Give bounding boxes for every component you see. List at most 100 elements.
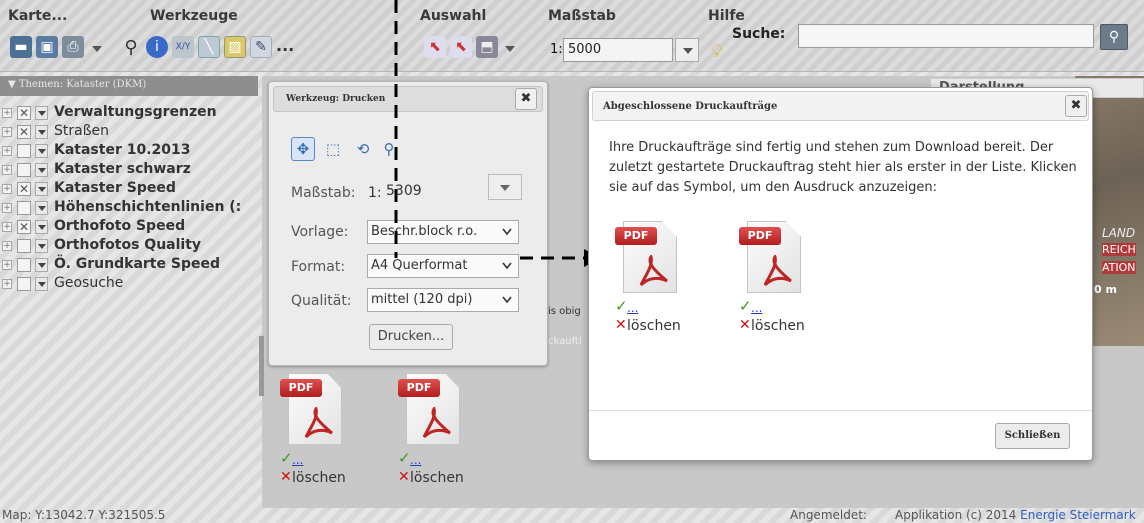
layer-menu-button[interactable]: [35, 144, 48, 158]
layer-checkbox[interactable]: ✕: [17, 182, 31, 196]
expand-icon[interactable]: +: [2, 108, 12, 118]
massstab-input[interactable]: 5309: [383, 180, 487, 204]
delete-link[interactable]: löschen: [292, 470, 346, 486]
layer-menu-button[interactable]: [35, 239, 48, 253]
theme-item[interactable]: + Höhenschichtenlinien (:: [0, 199, 262, 217]
theme-item[interactable]: + Ö. Grundkarte Speed: [0, 256, 262, 274]
binoculars-icon[interactable]: ⚲: [120, 36, 142, 58]
massstab-dropdown-button[interactable]: [488, 174, 522, 200]
expand-icon[interactable]: +: [2, 203, 12, 213]
menu-auswahl[interactable]: Auswahl: [420, 8, 486, 24]
delete-link[interactable]: löschen: [410, 470, 464, 486]
close-icon[interactable]: ✖: [1065, 95, 1087, 117]
layer-menu-button[interactable]: [35, 125, 48, 139]
download-link[interactable]: ...: [751, 301, 762, 315]
vorlage-select[interactable]: Beschr.block r.o.: [367, 220, 519, 244]
search-input[interactable]: [798, 24, 1094, 48]
expand-icon[interactable]: +: [2, 165, 12, 175]
scale-dropdown-button[interactable]: [675, 38, 699, 62]
layer-checkbox[interactable]: [17, 144, 31, 158]
expand-icon[interactable]: +: [2, 260, 12, 270]
theme-panel-header[interactable]: ▼ Themen: Kataster (DKM): [0, 76, 258, 96]
pdf-icon[interactable]: PDF: [739, 221, 805, 301]
theme-item[interactable]: + Kataster 10.2013: [0, 142, 262, 160]
layer-menu-button[interactable]: [35, 106, 48, 120]
save-icon[interactable]: ▣: [36, 36, 58, 58]
more-tools-button[interactable]: ...: [276, 36, 294, 55]
expand-icon[interactable]: +: [2, 279, 12, 289]
expand-icon[interactable]: +: [2, 127, 12, 137]
lightbulb-icon[interactable]: 💡︎: [706, 40, 728, 62]
chevron-down-icon[interactable]: [92, 46, 102, 52]
drucken-button[interactable]: Drucken...: [369, 324, 453, 350]
delete-icon[interactable]: ✕: [398, 469, 410, 485]
delete-icon[interactable]: ✕: [280, 469, 292, 485]
menu-werkzeuge[interactable]: Werkzeuge: [150, 8, 238, 24]
layer-menu-button[interactable]: [35, 258, 48, 272]
menu-hilfe[interactable]: Hilfe: [708, 8, 745, 24]
measure-line-icon[interactable]: ╲: [198, 36, 220, 58]
theme-item[interactable]: + Orthofotos Quality: [0, 237, 262, 255]
theme-item[interactable]: + ✕ Straßen: [0, 123, 262, 141]
pdf-icon[interactable]: PDF: [615, 221, 681, 301]
select-area-icon[interactable]: ⬉: [450, 36, 472, 58]
select-rectangle-icon[interactable]: ⬚: [321, 137, 345, 161]
panel-splitter[interactable]: [259, 336, 264, 396]
expand-icon[interactable]: +: [2, 241, 12, 251]
qualitaet-select[interactable]: mittel (120 dpi): [367, 288, 519, 312]
rotate-icon[interactable]: ⟲: [351, 137, 375, 161]
dialog-title[interactable]: Abgeschlossene Druckaufträge: [592, 91, 1089, 121]
measure-area-icon[interactable]: ▨: [224, 36, 246, 58]
schliessen-button[interactable]: Schließen: [995, 423, 1070, 449]
layer-menu-button[interactable]: [35, 182, 48, 196]
expand-icon[interactable]: +: [2, 222, 12, 232]
layer-checkbox[interactable]: ✕: [17, 220, 31, 234]
layer-checkbox[interactable]: [17, 258, 31, 272]
theme-item[interactable]: + ✕ Orthofoto Speed: [0, 218, 262, 236]
format-select[interactable]: A4 Querformat: [367, 254, 519, 278]
move-icon[interactable]: ✥: [291, 137, 315, 161]
delete-link[interactable]: löschen: [751, 318, 805, 334]
menu-karte[interactable]: Karte...: [8, 8, 67, 24]
menu-massstab[interactable]: Maßstab: [548, 8, 616, 24]
expand-icon[interactable]: +: [2, 184, 12, 194]
expand-icon[interactable]: +: [2, 146, 12, 156]
layer-checkbox[interactable]: [17, 239, 31, 253]
printer-icon[interactable]: ⎙: [62, 36, 84, 58]
layer-checkbox[interactable]: [17, 277, 31, 291]
layer-checkbox[interactable]: ✕: [17, 125, 31, 139]
delete-icon[interactable]: ✕: [615, 317, 627, 333]
download-link[interactable]: ...: [410, 453, 421, 467]
layer-menu-button[interactable]: [35, 163, 48, 177]
layer-menu-button[interactable]: [35, 220, 48, 234]
close-icon[interactable]: ✖: [515, 88, 537, 110]
folder-icon[interactable]: ▬: [10, 36, 32, 58]
layer-checkbox[interactable]: ✕: [17, 106, 31, 120]
xy-coordinate-icon[interactable]: X/Y: [172, 36, 194, 58]
pdf-icon[interactable]: PDF: [280, 373, 346, 453]
print-tool-title[interactable]: Werkzeug: Drucken: [273, 86, 543, 112]
delete-link[interactable]: löschen: [627, 318, 681, 334]
theme-item[interactable]: + Kataster schwarz: [0, 161, 262, 179]
layer-menu-button[interactable]: [35, 201, 48, 215]
search-button[interactable]: ⚲: [1100, 24, 1128, 50]
format-label: Format:: [291, 259, 346, 275]
theme-item[interactable]: + ✕ Kataster Speed: [0, 180, 262, 198]
energie-steiermark-link[interactable]: Energie Steiermark: [1020, 508, 1136, 522]
info-icon[interactable]: i: [146, 36, 168, 58]
theme-item[interactable]: + ✕ Verwaltungsgrenzen: [0, 104, 262, 122]
theme-item[interactable]: + Geosuche: [0, 275, 262, 293]
select-icon[interactable]: ⬉: [424, 36, 446, 58]
download-link[interactable]: ...: [292, 453, 303, 467]
delete-icon[interactable]: ✕: [739, 317, 751, 333]
pdf-icon[interactable]: PDF: [398, 373, 464, 453]
layer-checkbox[interactable]: [17, 201, 31, 215]
layer-menu-button[interactable]: [35, 277, 48, 291]
clear-selection-icon[interactable]: ⬒: [476, 36, 498, 58]
scale-input[interactable]: 5000: [563, 38, 673, 62]
draw-icon[interactable]: ✎: [250, 36, 272, 58]
zoom-to-icon[interactable]: ⚲: [377, 137, 401, 161]
layer-checkbox[interactable]: [17, 163, 31, 177]
download-link[interactable]: ...: [627, 301, 638, 315]
chevron-down-icon[interactable]: [505, 46, 515, 52]
